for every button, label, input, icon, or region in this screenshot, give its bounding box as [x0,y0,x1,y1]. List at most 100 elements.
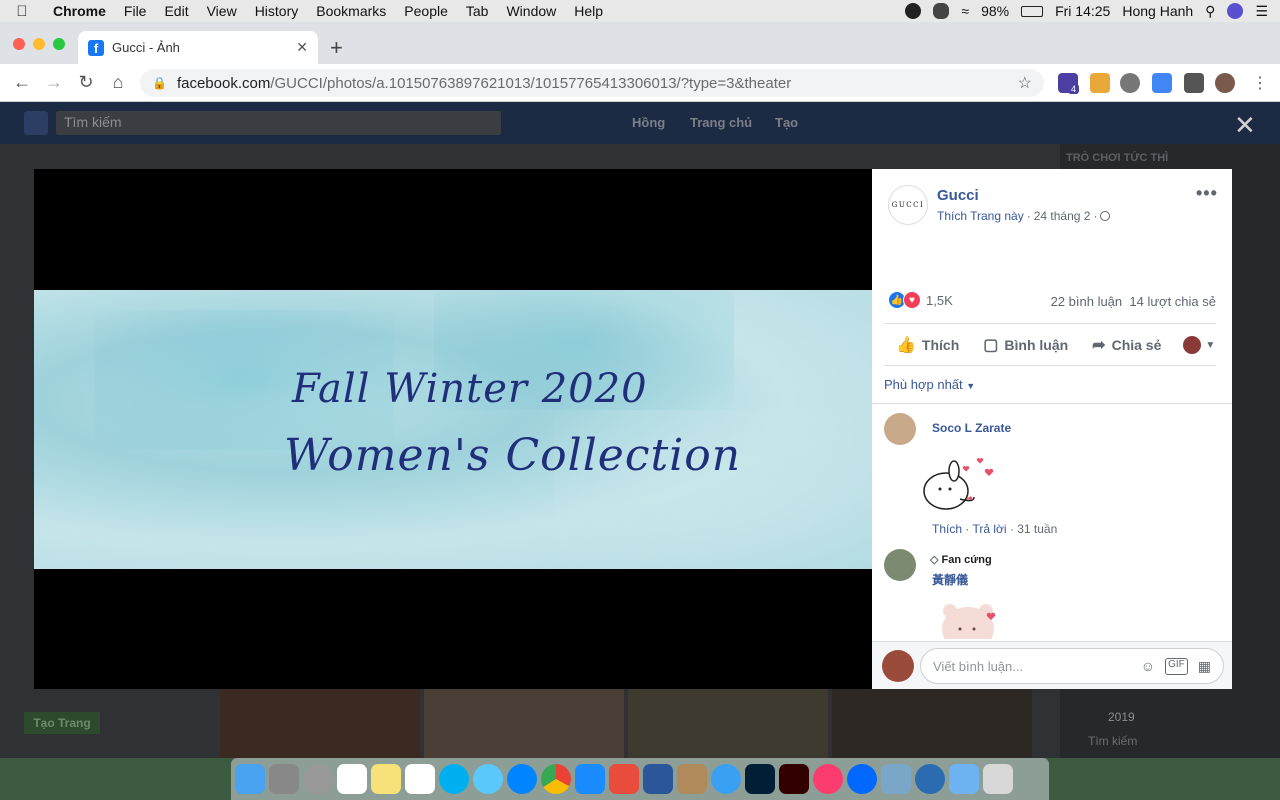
like-page-link[interactable]: Thích Trang này [937,209,1024,223]
finder-icon[interactable] [235,764,265,794]
reload-button[interactable]: ↻ [70,72,102,93]
emoji-icon[interactable]: ☺ [1141,658,1155,675]
menu-view[interactable]: View [198,3,246,19]
address-bar[interactable]: 🔒 facebook.com/GUCCI/photos/a.1015076389… [140,69,1044,97]
share-count-link[interactable]: 14 lượt chia sẻ [1129,294,1216,309]
safari-icon[interactable] [711,764,741,794]
commenter-avatar[interactable] [884,549,916,581]
system-preferences-icon[interactable] [269,764,299,794]
post-author-name[interactable]: Gucci [937,187,979,204]
menu-bookmarks[interactable]: Bookmarks [307,3,395,19]
comment-time[interactable]: 31 tuần [1017,522,1057,536]
menu-people[interactable]: People [395,3,457,19]
trash-icon[interactable] [983,764,1013,794]
address-url[interactable]: facebook.com/GUCCI/photos/a.101507638976… [177,75,1018,92]
window-minimize-button[interactable] [33,38,45,50]
illustrator-icon[interactable] [779,764,809,794]
lock-icon[interactable]: 🔒 [152,76,167,90]
profile-avatar[interactable] [1215,73,1235,93]
gucci-avatar[interactable]: GUCCI [888,185,928,225]
commenter-name[interactable]: 黃靜儀 [932,571,968,588]
photo-thumbnail-4[interactable] [832,688,1032,758]
like-button[interactable]: 👍 Thích [884,335,971,355]
chrome-icon[interactable] [541,764,571,794]
share-button[interactable]: ➦ Chia sẻ [1080,335,1173,355]
tool-app-icon[interactable] [609,764,639,794]
photoshop-icon[interactable] [745,764,775,794]
more-options-icon[interactable]: ••• [1196,183,1218,204]
user-name[interactable]: Hong Hanh [1122,3,1193,19]
facebook-search-input[interactable]: Tìm kiếm [56,111,501,135]
status-eye-icon[interactable] [933,3,950,19]
launchpad-icon[interactable] [303,764,333,794]
menu-tab[interactable]: Tab [457,3,498,19]
photo-image[interactable]: Fall Winter 2020 Women's Collection [34,290,872,569]
apple-menu-icon[interactable]:  [0,3,44,20]
sticker-icon[interactable]: ▦ [1198,658,1211,675]
archive-icon[interactable] [677,764,707,794]
notes-icon[interactable] [371,764,401,794]
nav-profile[interactable]: Hồng [632,115,665,130]
browser-tab[interactable]: f Gucci - Ảnh ✕ [78,31,318,64]
theater-photo-stage[interactable]: Fall Winter 2020 Women's Collection [34,169,872,689]
zalo-icon[interactable] [847,764,877,794]
chrome-menu-icon[interactable]: ⋮ [1252,73,1268,93]
facebook-logo-icon[interactable] [24,111,48,135]
nav-home[interactable]: Trang chủ [690,115,752,130]
close-theater-icon[interactable]: ✕ [1234,110,1256,141]
downloads-folder-icon[interactable] [949,764,979,794]
menu-help[interactable]: Help [565,3,612,19]
extension-number-icon[interactable] [1090,73,1110,93]
commenter-avatar[interactable] [884,413,916,445]
bookmark-star-icon[interactable]: ☆ [1018,73,1032,93]
music-icon[interactable] [813,764,843,794]
comment-reply-link[interactable]: Trả lời [972,522,1006,536]
tab-close-icon[interactable]: ✕ [296,39,308,56]
reaction-summary[interactable]: 👍 ♥ 1,5K [888,291,953,309]
my-avatar[interactable] [882,650,914,682]
react-as-avatar[interactable] [1183,336,1202,354]
status-shield-icon[interactable] [905,3,922,19]
forward-button[interactable]: → [38,72,70,93]
reminders-icon[interactable] [405,764,435,794]
comment-count-link[interactable]: 22 bình luận [1051,294,1123,309]
extensions-puzzle-icon[interactable] [1184,73,1204,93]
skype-icon[interactable] [439,764,469,794]
clock[interactable]: Fri 14:25 [1055,3,1110,19]
chevron-down-icon[interactable]: ▼ [1205,340,1215,351]
notification-center-icon[interactable]: ☰ [1255,3,1268,20]
photo-thumbnail-2[interactable] [424,688,624,758]
menu-history[interactable]: History [246,3,308,19]
battery-icon[interactable] [1021,5,1044,17]
comment-button[interactable]: ▢ Bình luận [971,335,1080,355]
quicktime-icon[interactable] [915,764,945,794]
home-button[interactable]: ⌂ [102,72,134,93]
calendar-icon[interactable] [337,764,367,794]
menu-edit[interactable]: Edit [155,3,197,19]
siri-icon[interactable] [1227,3,1244,19]
preview-icon[interactable] [881,764,911,794]
menu-app-name[interactable]: Chrome [44,3,115,19]
menu-window[interactable]: Window [497,3,565,19]
menu-file[interactable]: File [115,3,156,19]
translate-extension-icon[interactable] [1152,73,1172,93]
window-zoom-button[interactable] [53,38,65,50]
photo-thumbnail-1[interactable] [220,688,420,758]
nav-create[interactable]: Tạo [775,115,798,130]
chat-search-input[interactable]: Tìm kiếm [1088,734,1137,748]
comment-input[interactable]: Viết bình luận... ☺ GIF ▦ [920,648,1224,684]
messenger-icon[interactable] [507,764,537,794]
messages-icon[interactable] [473,764,503,794]
extension-gear-icon[interactable] [1120,73,1140,93]
comment-like-link[interactable]: Thích [932,522,962,536]
create-page-button[interactable]: Tạo Trang [24,712,100,734]
window-close-button[interactable] [13,38,25,50]
commenter-name[interactable]: Soco L Zarate [932,421,1011,435]
photo-thumbnail-3[interactable] [628,688,828,758]
new-tab-button[interactable]: + [330,35,343,61]
wifi-icon[interactable]: ≈ [961,3,969,19]
back-button[interactable]: ← [6,72,38,93]
gif-icon[interactable]: GIF [1165,657,1188,675]
spotlight-search-icon[interactable]: ⚲ [1205,3,1215,20]
comment-sort-dropdown[interactable]: Phù hợp nhất ▼ [884,377,975,392]
